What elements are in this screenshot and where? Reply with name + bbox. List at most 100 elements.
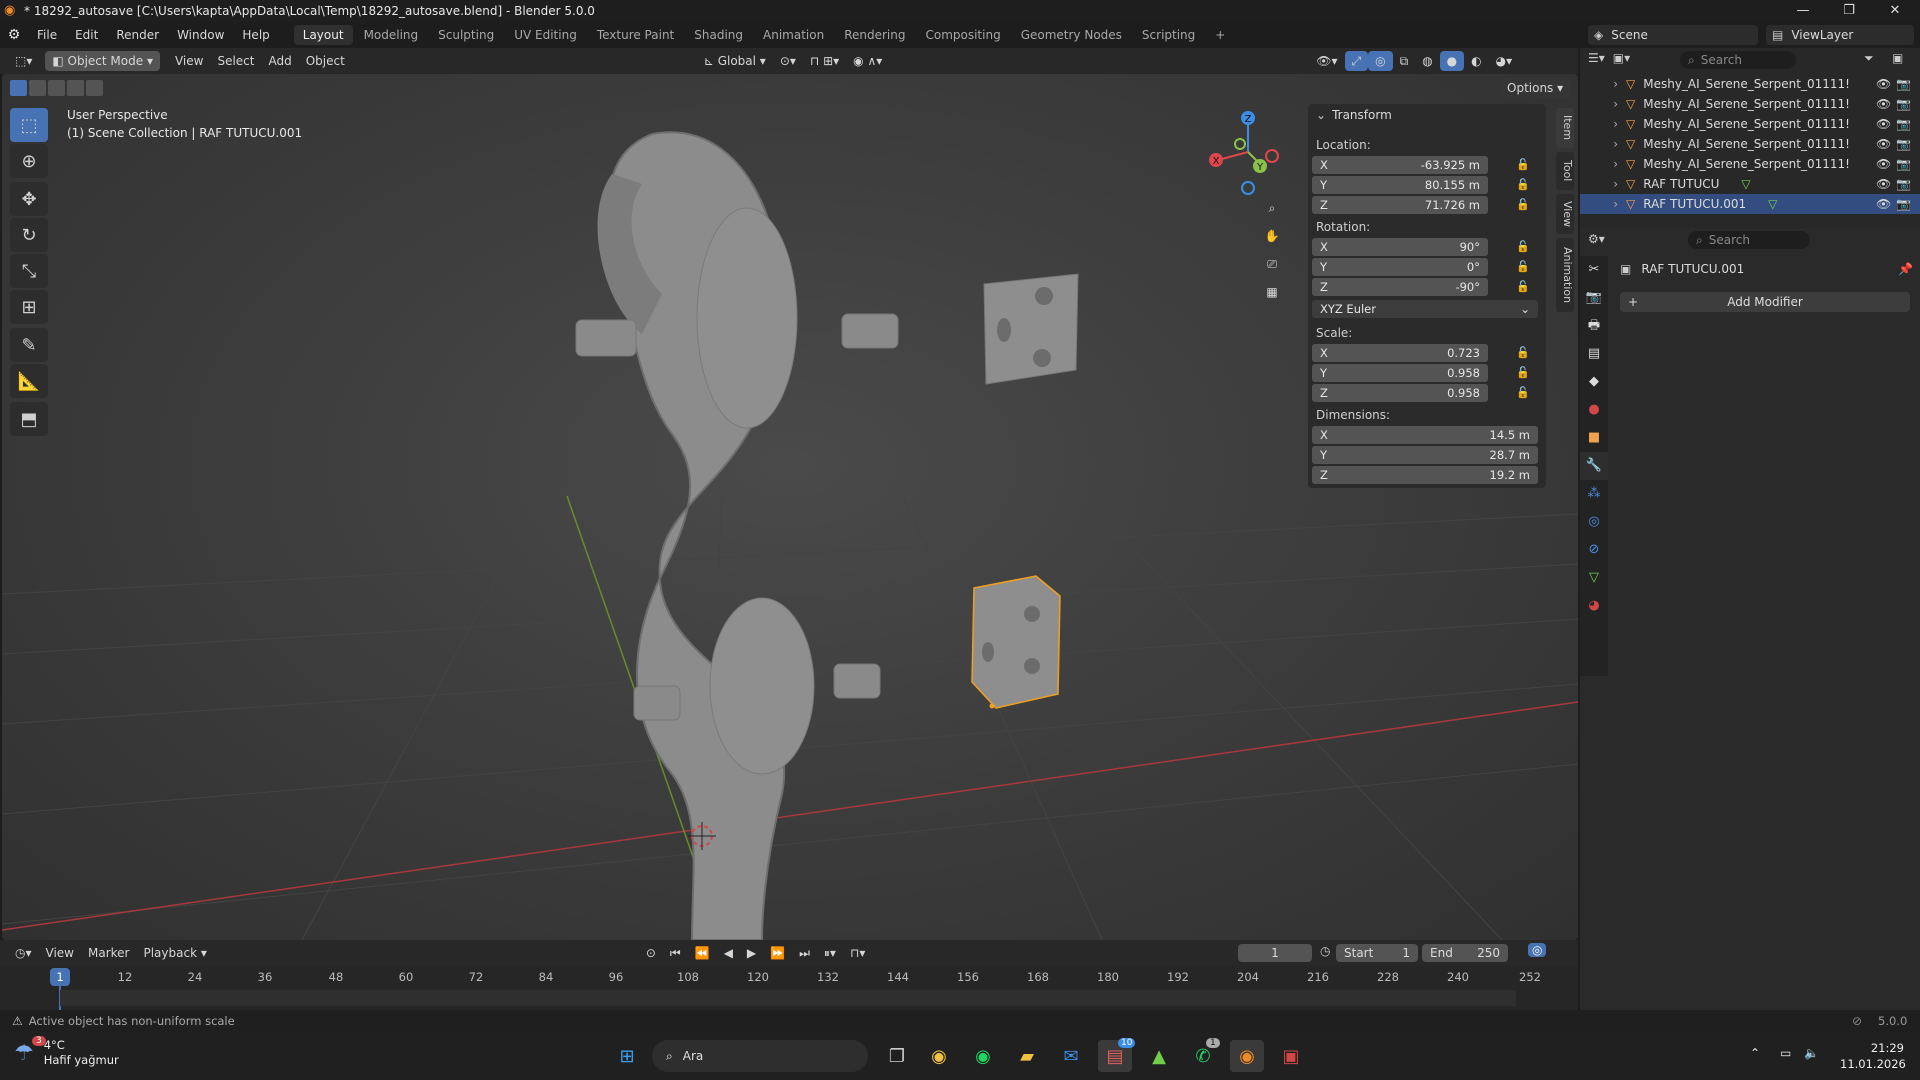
camera-view-icon[interactable]: ⎚ — [1260, 252, 1284, 276]
display-mode-icon[interactable]: ▣▾ — [1613, 51, 1630, 65]
menu-select[interactable]: Select — [210, 51, 261, 71]
transform-icon[interactable]: ⊞ — [10, 290, 48, 324]
particles-properties-icon[interactable]: ⁂ — [1580, 480, 1608, 508]
visibility-eye-icon[interactable]: 👁 — [1876, 157, 1891, 171]
visibility-eye-icon[interactable]: 👁 — [1876, 197, 1891, 211]
object-properties-icon[interactable]: ■ — [1580, 424, 1608, 452]
prev-keyframe-icon[interactable]: ⏪ — [688, 943, 717, 963]
tab-texture-paint[interactable]: Texture Paint — [588, 25, 683, 45]
scene-properties-icon[interactable]: ◆ — [1580, 368, 1608, 396]
lock-icon[interactable]: 🔓 — [1516, 178, 1530, 191]
modifier-properties-icon[interactable]: 🔧 — [1580, 452, 1608, 480]
scale-z-field[interactable]: Z 0.958 — [1312, 384, 1488, 402]
minimize-button[interactable]: — — [1780, 0, 1826, 22]
visibility-eye-icon[interactable]: 👁 — [1876, 137, 1891, 151]
render-camera-icon[interactable]: 📷 — [1896, 77, 1911, 91]
add-modifier-button[interactable]: + Add Modifier — [1620, 292, 1910, 312]
serpent-mesh[interactable] — [597, 131, 815, 940]
lock-icon[interactable]: 🔓 — [1516, 240, 1530, 253]
jump-start-icon[interactable]: ⏮ — [663, 943, 688, 963]
mode-selector[interactable]: ◧ Object Mode ▾ — [45, 51, 160, 71]
orientation-selector[interactable]: ⊾ Global ▾ — [697, 51, 773, 71]
material-properties-icon[interactable]: ◕ — [1580, 592, 1608, 620]
lock-icon[interactable]: 🔓 — [1516, 158, 1530, 171]
render-camera-icon[interactable]: 📷 — [1896, 197, 1911, 211]
xray-icon[interactable]: ⧉ — [1393, 51, 1416, 71]
auto-key-icon[interactable]: ⊓▾ — [843, 943, 872, 963]
outliner-item[interactable]: › ▽ Meshy_AI_Serene_Serpent_01111! 👁 📷 — [1580, 94, 1920, 114]
zoom-icon[interactable]: ⌕ — [1260, 196, 1284, 220]
solidworks-icon[interactable]: ▣ — [1274, 1040, 1308, 1072]
play-reverse-icon[interactable]: ◀ — [717, 943, 740, 963]
close-button[interactable]: ✕ — [1872, 0, 1918, 22]
timeline-menu-marker[interactable]: Marker — [81, 943, 136, 963]
dimensions-x-field[interactable]: X 14.5 m — [1312, 426, 1538, 444]
lock-icon[interactable]: 🔓 — [1516, 198, 1530, 211]
render-properties-icon[interactable]: 📷 — [1580, 284, 1608, 312]
task-view-icon[interactable]: ❐ — [880, 1040, 914, 1072]
location-z-field[interactable]: Z 71.726 m — [1312, 196, 1488, 214]
timeline-overlay-icon[interactable]: ◎ — [1528, 943, 1547, 957]
menu-view[interactable]: View — [168, 51, 210, 71]
menu-window[interactable]: Window — [168, 22, 233, 48]
data-properties-icon[interactable]: ▽ — [1580, 564, 1608, 592]
select-invert-icon[interactable] — [67, 80, 84, 96]
visibility-eye-icon[interactable]: 👁 — [1876, 77, 1891, 91]
timeline-editor-icon[interactable]: ◷▾ — [8, 943, 39, 963]
tab-tool[interactable]: Tool — [1556, 152, 1574, 190]
clock[interactable]: 21:29 11.01.2026 — [1840, 1040, 1906, 1072]
select-box-icon[interactable]: ⬚ — [10, 108, 48, 142]
cursor-icon[interactable]: ⊕ — [10, 144, 48, 178]
menu-render[interactable]: Render — [107, 22, 168, 48]
raf-tutucu-cube[interactable] — [983, 273, 1079, 385]
tab-shading[interactable]: Shading — [685, 25, 752, 45]
view-layer-properties-icon[interactable]: ▤ — [1580, 340, 1608, 368]
rotate-icon[interactable]: ↻ — [10, 218, 48, 252]
annotate-icon[interactable]: ✎ — [10, 328, 48, 362]
outliner-item-selected[interactable]: › ▽ RAF TUTUCU.001 ▽ 👁 📷 — [1580, 194, 1920, 214]
select-extend-icon[interactable] — [29, 80, 46, 96]
timeline[interactable]: 1 12 24 36 48 60 72 84 96 108 120 132 14… — [0, 966, 1578, 1010]
blender-taskbar-icon[interactable]: ◉ — [1230, 1040, 1264, 1072]
selection-mode-buttons[interactable] — [10, 80, 103, 96]
visibility-icon[interactable]: 👁▾ — [1309, 51, 1344, 71]
select-intersect-icon[interactable] — [86, 80, 103, 96]
spotify-icon[interactable]: ◉ — [966, 1040, 1000, 1072]
world-properties-icon[interactable]: ● — [1580, 396, 1608, 424]
tab-modeling[interactable]: Modeling — [355, 25, 428, 45]
move-icon[interactable]: ✥ — [10, 182, 48, 216]
keying-icon[interactable]: ⏸▾ — [817, 943, 843, 963]
outlook-icon[interactable]: ✉ — [1054, 1040, 1088, 1072]
tab-geometry-nodes[interactable]: Geometry Nodes — [1012, 25, 1131, 45]
menu-edit[interactable]: Edit — [66, 22, 107, 48]
tab-layout[interactable]: Layout — [293, 25, 353, 45]
render-camera-icon[interactable]: 📷 — [1896, 177, 1911, 191]
pivot-icon[interactable]: ⊙▾ — [773, 51, 803, 71]
tab-sculpting[interactable]: Sculpting — [429, 25, 503, 45]
lock-icon[interactable]: 🔓 — [1516, 386, 1530, 399]
tray-chevron-icon[interactable]: ⌃ — [1750, 1046, 1760, 1060]
location-x-field[interactable]: X -63.925 m — [1312, 156, 1488, 174]
solid-shading-icon[interactable]: ● — [1439, 51, 1465, 71]
visibility-eye-icon[interactable]: 👁 — [1876, 177, 1891, 191]
dimensions-z-field[interactable]: Z 19.2 m — [1312, 466, 1538, 484]
maximize-button[interactable]: ❐ — [1826, 0, 1872, 22]
scale-x-field[interactable]: X 0.723 — [1312, 344, 1488, 362]
tab-animation[interactable]: Animation — [754, 25, 833, 45]
filter-icon[interactable]: ⏷ — [1864, 51, 1874, 66]
tab-compositing[interactable]: Compositing — [916, 25, 1009, 45]
weather-widget[interactable]: ☂ 3 4°C Hafif yağmur — [14, 1036, 119, 1068]
rotation-z-field[interactable]: Z -90° — [1312, 278, 1488, 296]
render-camera-icon[interactable]: 📷 — [1896, 97, 1911, 111]
scale-icon[interactable]: ⤡ — [10, 254, 48, 288]
timeline-menu-view[interactable]: View — [39, 943, 81, 963]
file-explorer-icon[interactable]: ▰ — [1010, 1040, 1044, 1072]
properties-search[interactable]: ⌕ Search — [1688, 231, 1810, 249]
menu-help[interactable]: Help — [233, 22, 278, 48]
app-a-icon[interactable]: ▲ — [1142, 1040, 1176, 1072]
windows-start-icon[interactable]: ⊞ — [610, 1040, 644, 1072]
start-frame-field[interactable]: Start 1 — [1336, 944, 1418, 962]
raf-tutucu-001-cube[interactable] — [971, 575, 1061, 709]
volume-icon[interactable]: 🔈 — [1804, 1046, 1819, 1060]
select-subtract-icon[interactable] — [48, 80, 65, 96]
